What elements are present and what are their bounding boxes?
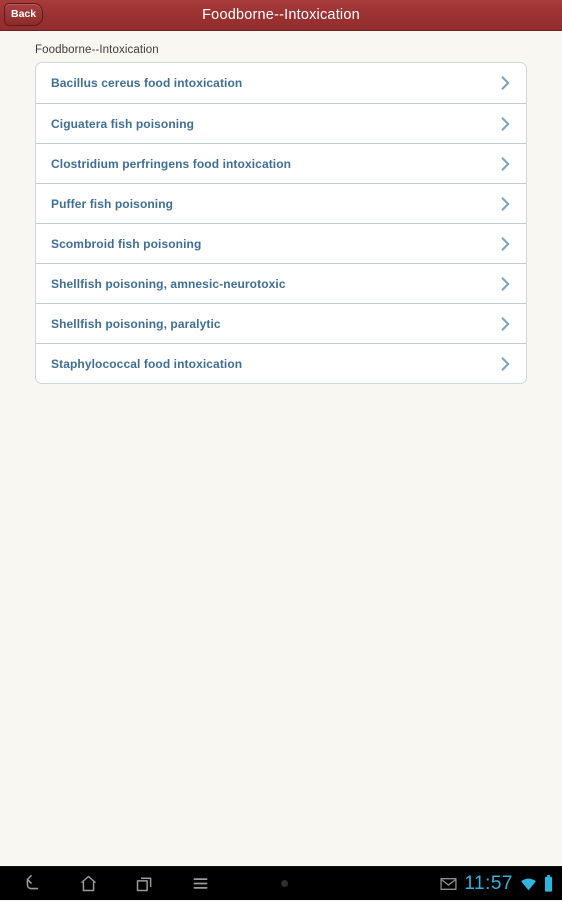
status-clock: 11:57 <box>464 873 513 894</box>
wifi-icon <box>520 877 537 891</box>
menu-icon[interactable] <box>172 867 228 901</box>
chevron-right-icon <box>498 156 512 171</box>
topic-list: Bacillus cereus food intoxication Ciguate… <box>35 62 527 384</box>
list-item[interactable]: Ciguatera fish poisoning <box>36 103 526 143</box>
back-arrow-icon[interactable] <box>4 867 60 901</box>
home-icon[interactable] <box>60 867 116 901</box>
nav-button-group <box>4 867 228 901</box>
title-bar: Back Foodborne--Intoxication <box>0 0 562 31</box>
list-item-label: Clostridium perfringens food intoxicatio… <box>51 156 292 171</box>
gmail-icon <box>440 877 457 891</box>
list-item[interactable]: Puffer fish poisoning <box>36 183 526 223</box>
page-title: Foodborne--Intoxication <box>202 7 360 23</box>
chevron-right-icon <box>498 316 512 331</box>
chevron-right-icon <box>498 236 512 251</box>
notification-dot-icon <box>280 880 288 887</box>
chevron-right-icon <box>498 356 512 371</box>
battery-full-icon <box>544 875 553 892</box>
list-item-label: Shellfish poisoning, paralytic <box>51 316 221 331</box>
status-area[interactable]: 11:57 <box>440 874 553 893</box>
list-item-label: Puffer fish poisoning <box>51 196 174 211</box>
chevron-right-icon <box>498 196 512 211</box>
recent-apps-icon[interactable] <box>116 867 172 901</box>
list-item[interactable]: Bacillus cereus food intoxication <box>36 63 526 103</box>
chevron-right-icon <box>498 276 512 291</box>
chevron-right-icon <box>498 76 512 90</box>
list-item-label: Shellfish poisoning, amnesic-neurotoxic <box>51 276 286 291</box>
list-item[interactable]: Scombroid fish poisoning <box>36 223 526 263</box>
list-item[interactable]: Clostridium perfringens food intoxicatio… <box>36 143 526 183</box>
back-button-label: Back <box>11 8 37 21</box>
notification-dot-area[interactable] <box>256 867 312 901</box>
list-item[interactable]: Staphylococcal food intoxication <box>36 343 526 383</box>
list-item-label: Ciguatera fish poisoning <box>51 116 195 131</box>
list-item-label: Bacillus cereus food intoxication <box>51 76 243 90</box>
back-button[interactable]: Back <box>4 3 44 26</box>
android-navigation-bar: 11:57 <box>0 866 562 900</box>
list-item-label: Scombroid fish poisoning <box>51 236 202 251</box>
list-item[interactable]: Shellfish poisoning, amnesic-neurotoxic <box>36 263 526 303</box>
section-label: Foodborne--Intoxication <box>35 44 159 56</box>
list-item-label: Staphylococcal food intoxication <box>51 356 243 371</box>
chevron-right-icon <box>498 116 512 131</box>
list-item[interactable]: Shellfish poisoning, paralytic <box>36 303 526 343</box>
content-area: Foodborne--Intoxication Bacillus cereus … <box>0 31 562 866</box>
